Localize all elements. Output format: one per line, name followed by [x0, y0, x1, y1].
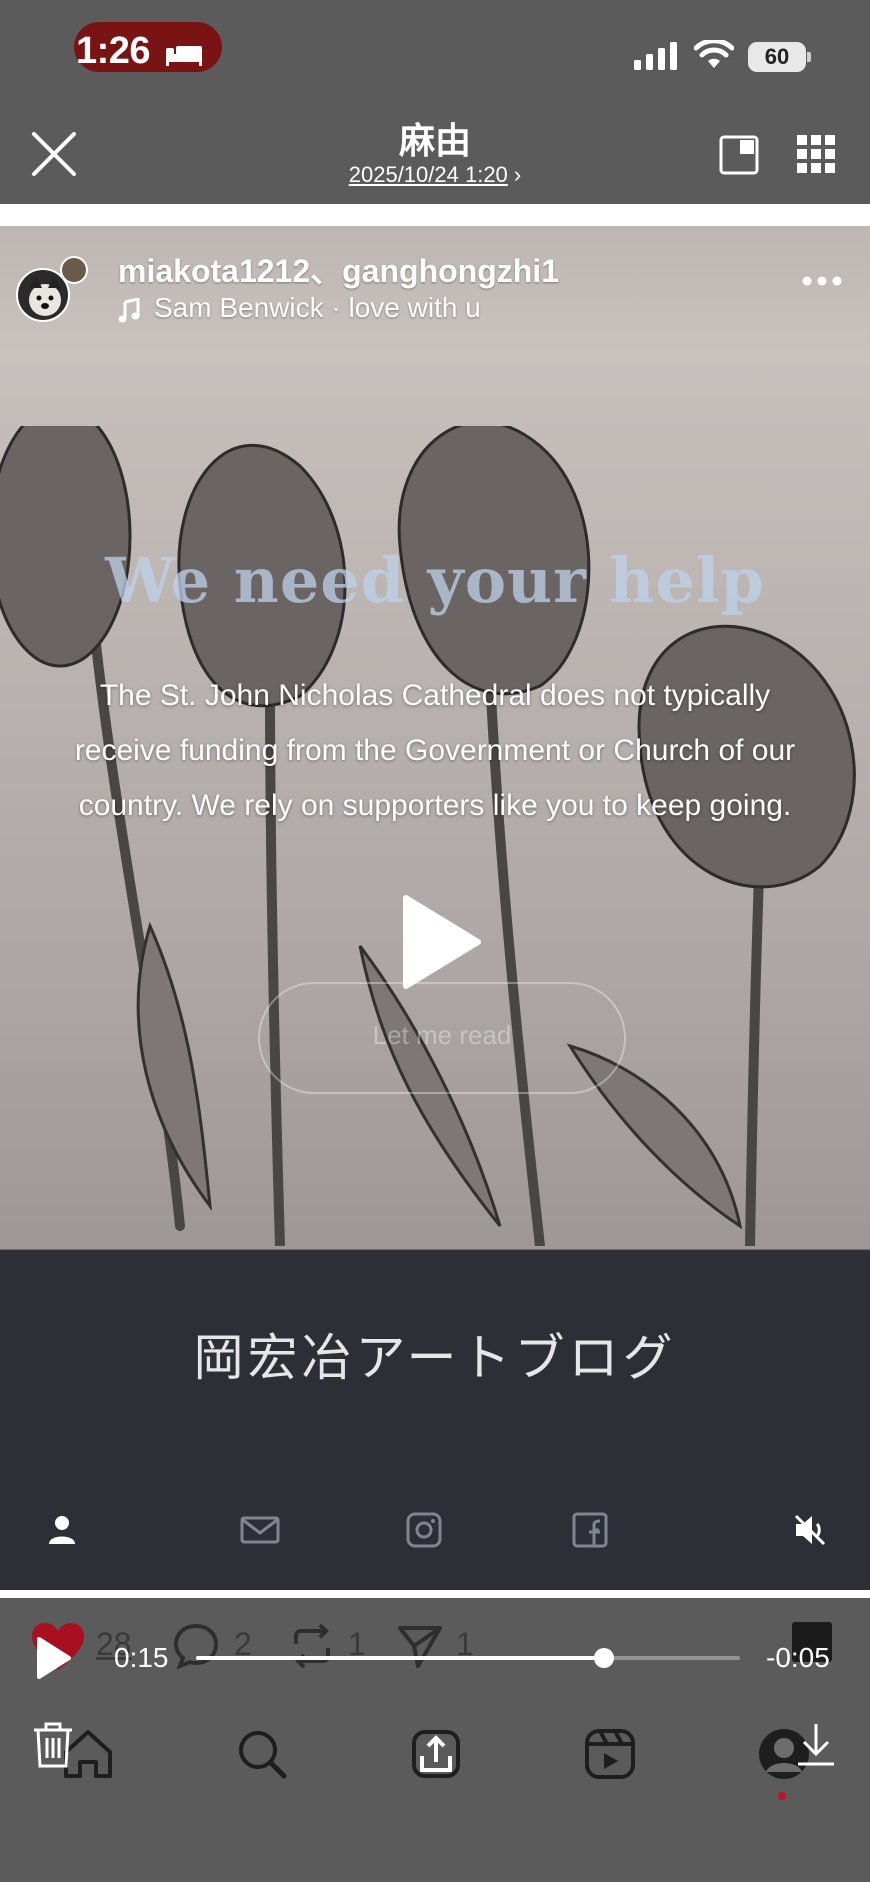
video-bottom-border	[0, 1590, 870, 1598]
ghost-button-label: Let me read	[372, 1020, 512, 1050]
elapsed-time: 0:15	[114, 1642, 169, 1673]
battery-level: 60	[764, 44, 790, 69]
grid-icon[interactable]	[796, 134, 836, 174]
video-top-border	[0, 204, 870, 226]
mail-icon	[240, 1516, 280, 1544]
screen: 1:26 60 麻由 2025/10/24 1:20 › miakota1212…	[0, 0, 870, 1882]
music-note-icon	[118, 298, 140, 323]
progress-track[interactable]	[196, 1648, 740, 1668]
facebook-icon	[572, 1512, 608, 1548]
video-social-icons	[0, 1512, 870, 1552]
sleep-icon	[166, 46, 202, 66]
playback-controls: 0:15 -0:05	[0, 1628, 870, 1688]
progress-thumb[interactable]	[594, 1648, 614, 1668]
create-icon[interactable]	[408, 1726, 464, 1782]
trash-icon[interactable]	[30, 1720, 76, 1770]
play-pause-icon[interactable]	[36, 1636, 72, 1680]
video-body-text: The St. John Nicholas Cathedral does not…	[74, 679, 796, 822]
search-icon[interactable]	[234, 1726, 290, 1782]
post-usernames[interactable]: miakota1212、ganghongzhi1	[118, 246, 559, 292]
muted-speaker-icon[interactable]	[792, 1512, 828, 1548]
instagram-icon	[406, 1512, 442, 1548]
post-date: 2025/10/24 1:20	[348, 162, 508, 187]
wifi-icon	[694, 40, 734, 68]
tab-bar	[0, 1720, 870, 1830]
chevron-right-icon: ›	[513, 162, 522, 187]
download-icon[interactable]	[794, 1720, 838, 1770]
progress-fill	[196, 1656, 604, 1660]
person-icon	[49, 1516, 75, 1544]
picture-in-picture-icon[interactable]	[718, 134, 760, 176]
status-bar: 1:26 60	[0, 0, 870, 100]
second-avatar[interactable]	[60, 256, 88, 284]
more-options-icon[interactable]	[800, 274, 844, 288]
status-time: 1:26	[76, 30, 151, 72]
battery-cap	[807, 52, 811, 62]
music-track[interactable]: Sam Benwick · love with u	[154, 292, 481, 324]
video-player[interactable]: miakota1212、ganghongzhi1 Sam Benwick · l…	[0, 226, 870, 1590]
blog-title: 岡宏冶アートブログ	[193, 1329, 677, 1387]
notification-dot	[778, 1792, 786, 1800]
cellular-signal-icon	[634, 42, 677, 70]
battery-icon: 60	[748, 42, 812, 72]
play-icon[interactable]	[402, 894, 482, 990]
reels-icon[interactable]	[582, 1726, 638, 1782]
video-ghost-button: Let me read	[258, 982, 626, 1094]
remaining-time: -0:05	[766, 1642, 830, 1673]
video-headline: We need your help	[105, 544, 765, 617]
viewer-header: 麻由 2025/10/24 1:20 ›	[0, 100, 870, 204]
